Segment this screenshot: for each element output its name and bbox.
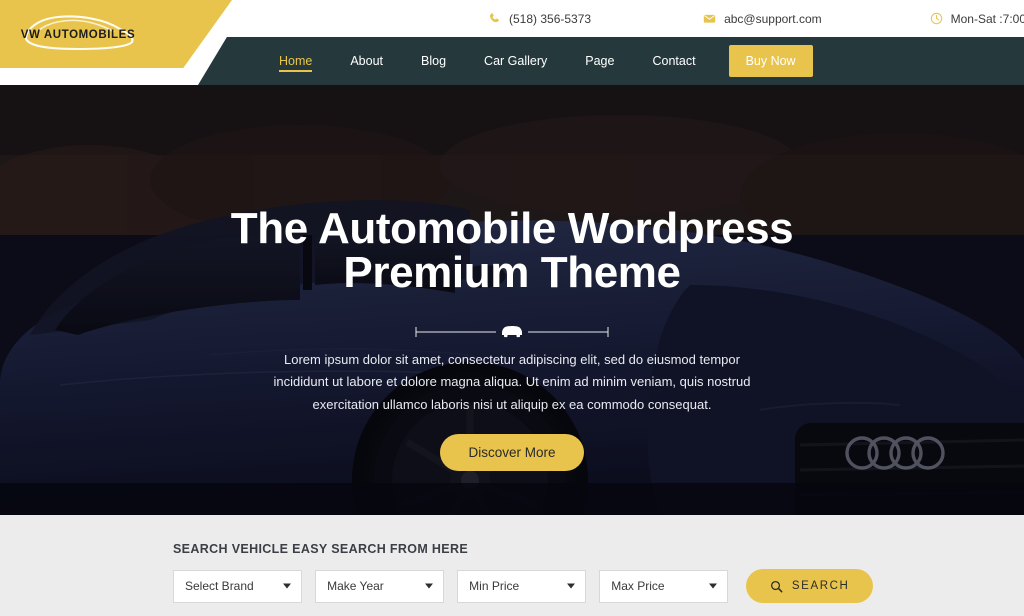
contact-phone-text: (518) 356-5373 bbox=[509, 11, 592, 26]
buy-now-button[interactable]: Buy Now bbox=[728, 45, 813, 77]
search-icon bbox=[770, 580, 783, 592]
select-brand-label: Select Brand bbox=[185, 579, 254, 593]
select-make-year-label: Make Year bbox=[327, 579, 384, 593]
hero-divider bbox=[415, 325, 609, 338]
phone-icon bbox=[489, 13, 499, 23]
logo-panel: VW AUTOMOBILES bbox=[0, 0, 232, 68]
contact-hours-text: Mon-Sat :7:00-19:00 bbox=[950, 11, 1024, 26]
hero-content: The Automobile Wordpress Premium Theme L… bbox=[0, 85, 1024, 515]
hero-title: The Automobile Wordpress Premium Theme bbox=[230, 204, 794, 297]
nav-item-blog[interactable]: Blog bbox=[402, 37, 465, 85]
vehicle-search-band: SEARCH VEHICLE EASY SEARCH FROM HERE Sel… bbox=[0, 515, 1024, 616]
nav-item-page[interactable]: Page bbox=[566, 37, 633, 85]
select-brand[interactable]: Select Brand bbox=[173, 569, 303, 603]
discover-more-button[interactable]: Discover More bbox=[440, 434, 584, 472]
contact-email-text: abc@support.com bbox=[724, 11, 822, 26]
hero-section: The Automobile Wordpress Premium Theme L… bbox=[0, 85, 1024, 515]
vehicle-search-form: SEARCH VEHICLE EASY SEARCH FROM HERE Sel… bbox=[173, 542, 874, 603]
logo-text: VW AUTOMOBILES bbox=[20, 29, 136, 41]
nav-items: Home About Blog Car Gallery Page Contact… bbox=[260, 37, 813, 85]
landing-page: (518) 356-5373 abc@support.com Mon-Sat :… bbox=[0, 0, 1024, 616]
chevron-down-icon bbox=[283, 583, 292, 589]
contact-email[interactable]: abc@support.com bbox=[703, 12, 822, 26]
site-logo[interactable]: VW AUTOMOBILES bbox=[8, 7, 148, 55]
select-min-price-label: Min Price bbox=[469, 579, 520, 593]
select-max-price-label: Max Price bbox=[611, 579, 665, 593]
clock-icon bbox=[930, 12, 942, 25]
search-button[interactable]: SEARCH bbox=[746, 569, 874, 603]
car-front-icon bbox=[502, 325, 522, 338]
contact-phone[interactable]: (518) 356-5373 bbox=[488, 12, 591, 26]
search-controls-row: Select Brand Make Year Min Price Max Pri… bbox=[173, 569, 874, 603]
select-min-price[interactable]: Min Price bbox=[457, 569, 587, 603]
envelope-icon bbox=[703, 14, 716, 23]
chevron-down-icon bbox=[709, 583, 718, 589]
main-navbar: Home About Blog Car Gallery Page Contact… bbox=[198, 37, 1024, 85]
contact-hours: Mon-Sat :7:00-19:00 bbox=[930, 12, 1024, 26]
search-button-label: SEARCH bbox=[791, 580, 850, 592]
search-heading: SEARCH VEHICLE EASY SEARCH FROM HERE bbox=[173, 542, 469, 556]
nav-item-about[interactable]: About bbox=[331, 37, 402, 85]
select-make-year[interactable]: Make Year bbox=[315, 569, 445, 603]
nav-item-car-gallery[interactable]: Car Gallery bbox=[465, 37, 566, 85]
top-contact-bar: (518) 356-5373 abc@support.com Mon-Sat :… bbox=[240, 0, 1024, 37]
select-max-price[interactable]: Max Price bbox=[599, 569, 729, 603]
nav-item-contact[interactable]: Contact bbox=[633, 37, 714, 85]
hero-paragraph: Lorem ipsum dolor sit amet, consectetur … bbox=[273, 352, 751, 412]
nav-item-home[interactable]: Home bbox=[260, 37, 331, 85]
site-header: (518) 356-5373 abc@support.com Mon-Sat :… bbox=[0, 0, 1024, 85]
chevron-down-icon bbox=[425, 583, 434, 589]
chevron-down-icon bbox=[567, 583, 576, 589]
